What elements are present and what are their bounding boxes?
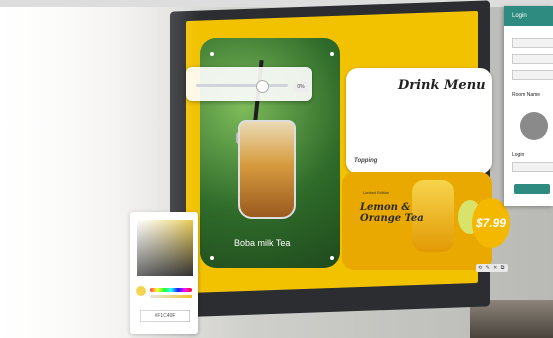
resize-handle[interactable] xyxy=(210,52,214,56)
password-field[interactable] xyxy=(512,54,553,64)
left-fade-overlay xyxy=(0,7,200,338)
floating-toolbar[interactable]: ⟲ ✎ ✕ ⧉ xyxy=(476,264,508,272)
resize-handle[interactable] xyxy=(330,52,334,56)
promo-line-2: Orange Tea xyxy=(360,213,424,224)
slider-value: 0% xyxy=(294,82,308,92)
login-button[interactable] xyxy=(514,184,550,194)
username-field[interactable] xyxy=(512,38,553,48)
login-field[interactable] xyxy=(512,162,553,172)
login-panel: Login Room Name Login xyxy=(504,6,553,206)
slider-track[interactable] xyxy=(196,84,288,87)
menu-title: Drink Menu xyxy=(398,78,486,93)
promo-title: Lemon & Orange Tea xyxy=(360,202,424,224)
resize-handle[interactable] xyxy=(330,256,334,260)
avatar xyxy=(520,112,548,140)
slider-thumb[interactable] xyxy=(256,80,269,93)
room-name-label: Room Name xyxy=(512,92,541,98)
promo-line-1: Lemon & xyxy=(360,202,411,213)
extra-field[interactable] xyxy=(512,70,553,80)
menu-footer: Topping xyxy=(354,158,378,164)
login-header: Login xyxy=(504,6,553,26)
promo-small-label: Limited Edition xyxy=(363,190,390,195)
resize-handle[interactable] xyxy=(210,256,214,260)
login-label: Login xyxy=(512,152,525,158)
photo-caption: Boba milk Tea xyxy=(234,238,291,248)
jar-image xyxy=(238,120,296,219)
